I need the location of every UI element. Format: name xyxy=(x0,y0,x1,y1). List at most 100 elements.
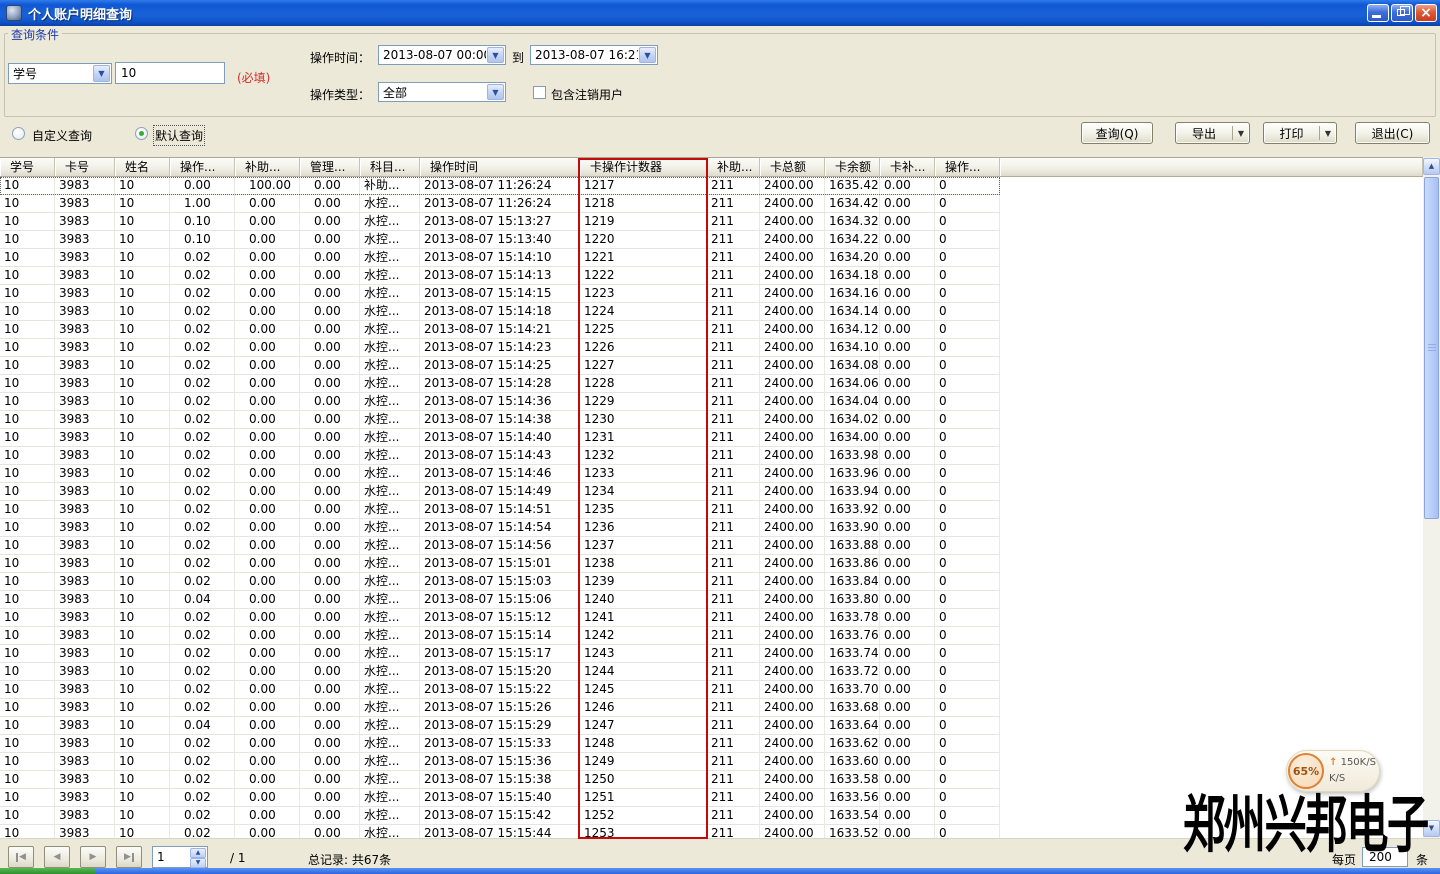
table-row[interactable]: 103983100.020.000.00水控...2013-08-07 15:1… xyxy=(0,663,1000,681)
speed-overlay-badge[interactable]: 65% ↑ 150K/S K/S xyxy=(1286,750,1380,792)
column-header-9[interactable]: 补助... xyxy=(707,158,760,177)
column-header-0[interactable]: 学号 xyxy=(0,158,55,177)
table-row[interactable]: 103983100.020.000.00水控...2013-08-07 15:1… xyxy=(0,519,1000,537)
restore-button[interactable] xyxy=(1391,4,1413,22)
table-row[interactable]: 103983100.020.000.00水控...2013-08-07 15:1… xyxy=(0,699,1000,717)
default-query-label[interactable]: 默认查询 xyxy=(155,127,203,144)
default-query-radio[interactable] xyxy=(135,127,148,140)
table-row[interactable]: 103983100.020.000.00水控...2013-08-07 15:1… xyxy=(0,609,1000,627)
table-row[interactable]: 103983100.020.000.00水控...2013-08-07 15:1… xyxy=(0,555,1000,573)
time-from-picker[interactable]: 2013-08-07 00:00 ▼ xyxy=(378,45,506,65)
table-row[interactable]: 103983100.020.000.00水控...2013-08-07 15:1… xyxy=(0,573,1000,591)
table-row[interactable]: 103983100.020.000.00水控...2013-08-07 15:1… xyxy=(0,375,1000,393)
field-type-combobox[interactable]: 学号 ▼ xyxy=(8,63,112,84)
table-row[interactable]: 103983100.020.000.00水控...2013-08-07 15:1… xyxy=(0,483,1000,501)
page-number-input[interactable]: 1 ▲ ▼ xyxy=(152,846,208,868)
start-button-edge[interactable] xyxy=(0,868,96,874)
table-row[interactable]: 103983100.020.000.00水控...2013-08-07 15:1… xyxy=(0,321,1000,339)
scroll-down-icon[interactable]: ▼ xyxy=(1423,820,1440,837)
column-header-1[interactable]: 卡号 xyxy=(55,158,115,177)
column-header-6[interactable]: 科目... xyxy=(360,158,420,177)
table-row[interactable]: 103983100.020.000.00水控...2013-08-07 15:1… xyxy=(0,807,1000,825)
table-row[interactable]: 103983100.020.000.00水控...2013-08-07 15:1… xyxy=(0,339,1000,357)
column-header-4[interactable]: 补助... xyxy=(235,158,300,177)
table-row[interactable]: 103983100.020.000.00水控...2013-08-07 15:1… xyxy=(0,789,1000,807)
custom-query-label[interactable]: 自定义查询 xyxy=(32,127,92,144)
table-row[interactable]: 103983100.020.000.00水控...2013-08-07 15:1… xyxy=(0,393,1000,411)
cell: 0.02 xyxy=(170,681,235,699)
percent-badge[interactable]: 65% xyxy=(1288,753,1324,789)
chevron-down-icon[interactable]: ▼ xyxy=(639,47,656,63)
next-page-button[interactable]: ▶ xyxy=(80,846,106,868)
chevron-down-icon[interactable]: ▼ xyxy=(93,65,110,82)
cell: 1247 xyxy=(580,717,707,735)
table-row[interactable]: 103983100.020.000.00水控...2013-08-07 15:1… xyxy=(0,627,1000,645)
taskbar-edge[interactable] xyxy=(0,868,1440,874)
column-header-12[interactable]: 卡补... xyxy=(880,158,935,177)
chevron-down-icon[interactable]: ▼ xyxy=(487,84,504,100)
table-row[interactable]: 103983100.020.000.00水控...2013-08-07 15:1… xyxy=(0,825,1000,839)
cell: 211 xyxy=(707,465,760,483)
left-triangle-icon: ◀ xyxy=(19,852,26,862)
column-header-10[interactable]: 卡总额 xyxy=(760,158,825,177)
table-row[interactable]: 103983100.020.000.00水控...2013-08-07 15:1… xyxy=(0,429,1000,447)
chevron-down-icon[interactable]: ▼ xyxy=(1320,129,1336,138)
table-row[interactable]: 103983100.100.000.00水控...2013-08-07 15:1… xyxy=(0,231,1000,249)
upload-speed-value: 150K/S xyxy=(1341,757,1376,768)
print-button[interactable]: 打印 ▼ xyxy=(1263,122,1337,144)
table-row[interactable]: 103983100.020.000.00水控...2013-08-07 15:1… xyxy=(0,681,1000,699)
table-row[interactable]: 103983100.040.000.00水控...2013-08-07 15:1… xyxy=(0,591,1000,609)
first-page-button[interactable]: ◀ xyxy=(8,846,34,868)
table-row[interactable]: 103983100.020.000.00水控...2013-08-07 15:1… xyxy=(0,537,1000,555)
cell: 2013-08-07 15:14:28 xyxy=(420,375,580,393)
op-type-combobox[interactable]: 全部 ▼ xyxy=(378,82,506,102)
chevron-down-icon[interactable]: ▼ xyxy=(1233,129,1249,138)
table-row[interactable]: 103983100.020.000.00水控...2013-08-07 15:1… xyxy=(0,753,1000,771)
table-row[interactable]: 103983100.020.000.00水控...2013-08-07 15:1… xyxy=(0,645,1000,663)
column-header-7[interactable]: 操作时间 xyxy=(420,158,580,177)
table-row[interactable]: 103983100.020.000.00水控...2013-08-07 15:1… xyxy=(0,267,1000,285)
table-row[interactable]: 103983100.020.000.00水控...2013-08-07 15:1… xyxy=(0,447,1000,465)
spin-up-icon[interactable]: ▲ xyxy=(190,848,206,858)
custom-query-radio[interactable] xyxy=(12,127,25,140)
table-row[interactable]: 103983100.020.000.00水控...2013-08-07 15:1… xyxy=(0,465,1000,483)
exit-button[interactable]: 退出(C) xyxy=(1355,122,1430,144)
column-header-2[interactable]: 姓名 xyxy=(115,158,170,177)
close-button[interactable]: × xyxy=(1415,4,1437,22)
table-row[interactable]: 103983100.020.000.00水控...2013-08-07 15:1… xyxy=(0,411,1000,429)
column-header-8[interactable]: 卡操作计数器 xyxy=(580,158,707,177)
column-header-11[interactable]: 卡余额 xyxy=(825,158,880,177)
table-row[interactable]: 103983100.040.000.00水控...2013-08-07 15:1… xyxy=(0,717,1000,735)
chevron-down-icon[interactable]: ▼ xyxy=(487,47,504,63)
field-value-input[interactable]: 10 xyxy=(115,62,225,84)
scroll-up-icon[interactable]: ▲ xyxy=(1423,158,1440,175)
minimize-button[interactable] xyxy=(1367,4,1389,22)
per-page-input[interactable]: 200 xyxy=(1362,847,1408,867)
table-row[interactable]: 103983101.000.000.00水控...2013-08-07 11:2… xyxy=(0,195,1000,213)
table-row[interactable]: 103983100.020.000.00水控...2013-08-07 15:1… xyxy=(0,303,1000,321)
column-header-5[interactable]: 管理... xyxy=(300,158,360,177)
table-row[interactable]: 103983100.100.000.00水控...2013-08-07 15:1… xyxy=(0,213,1000,231)
vertical-scrollbar[interactable]: ▲ ▼ xyxy=(1423,157,1440,838)
table-row[interactable]: 103983100.020.000.00水控...2013-08-07 15:1… xyxy=(0,285,1000,303)
column-header-3[interactable]: 操作... xyxy=(170,158,235,177)
table-row[interactable]: 103983100.020.000.00水控...2013-08-07 15:1… xyxy=(0,357,1000,375)
table-row[interactable]: 103983100.020.000.00水控...2013-08-07 15:1… xyxy=(0,771,1000,789)
column-header-13[interactable]: 操作... xyxy=(935,158,1000,177)
prev-page-button[interactable]: ◀ xyxy=(44,846,70,868)
query-button[interactable]: 查询(Q) xyxy=(1081,122,1153,144)
include-cancelled-checkbox[interactable] xyxy=(533,86,546,99)
last-page-button[interactable]: ▶ xyxy=(116,846,142,868)
cell: 0.00 xyxy=(235,717,300,735)
scrollbar-thumb[interactable] xyxy=(1424,177,1439,519)
cell: 2400.00 xyxy=(760,825,825,839)
export-button[interactable]: 导出 ▼ xyxy=(1175,122,1250,144)
table-row[interactable]: 103983100.020.000.00水控...2013-08-07 15:1… xyxy=(0,501,1000,519)
table-row[interactable]: 103983100.00100.000.00补助...2013-08-07 11… xyxy=(0,177,1000,195)
cell: 2013-08-07 15:14:43 xyxy=(420,447,580,465)
spin-down-icon[interactable]: ▼ xyxy=(190,858,206,868)
cell: 10 xyxy=(0,717,55,735)
table-row[interactable]: 103983100.020.000.00水控...2013-08-07 15:1… xyxy=(0,249,1000,267)
time-to-picker[interactable]: 2013-08-07 16:21 ▼ xyxy=(530,45,658,65)
table-row[interactable]: 103983100.020.000.00水控...2013-08-07 15:1… xyxy=(0,735,1000,753)
